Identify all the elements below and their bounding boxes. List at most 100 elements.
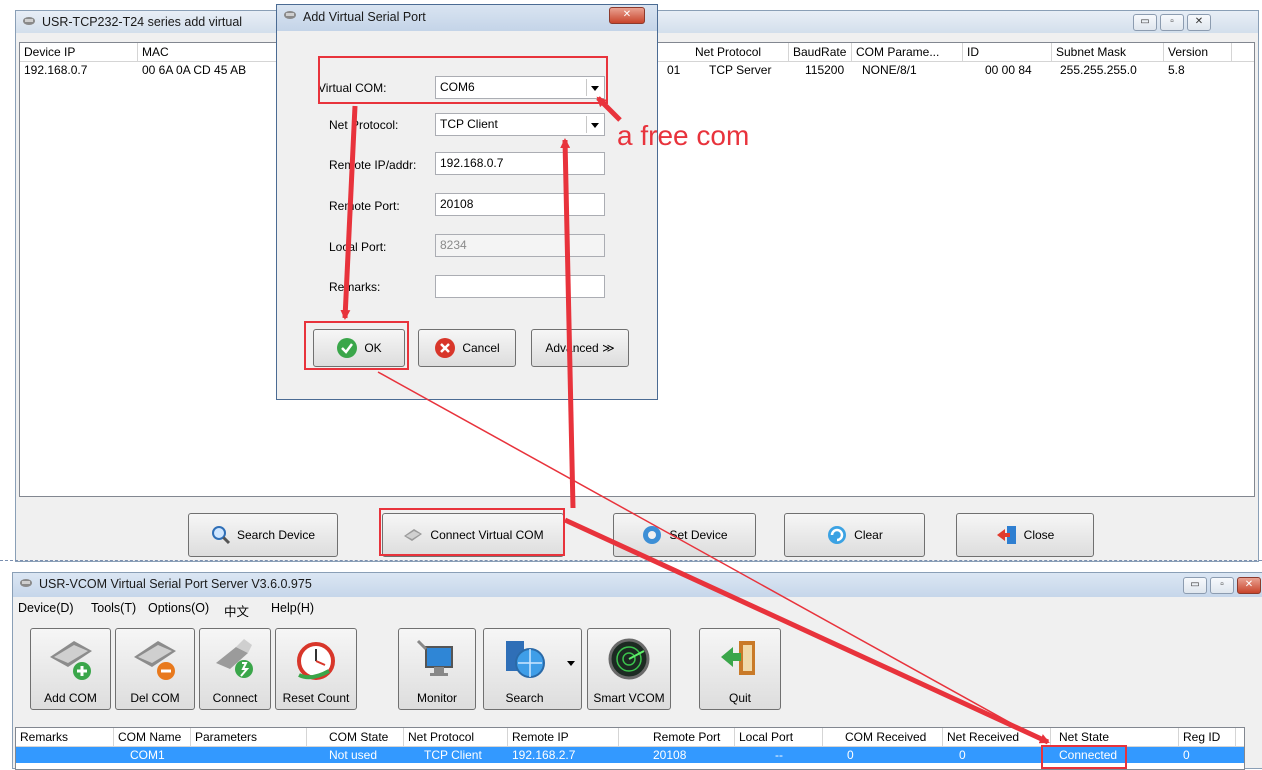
- cell-parameters: [191, 747, 307, 763]
- cell-id: 00 00 84: [985, 63, 1032, 77]
- col-remarks[interactable]: Remarks: [16, 728, 114, 746]
- col-id[interactable]: ID: [963, 43, 1052, 61]
- cancel-x-icon: [435, 338, 456, 358]
- menu-help[interactable]: Help(H): [271, 601, 314, 615]
- col-mac[interactable]: MAC: [138, 43, 278, 61]
- search-button[interactable]: Search: [483, 628, 582, 710]
- vcom-titlebar: USR-VCOM Virtual Serial Port Server V3.6…: [13, 573, 1262, 597]
- close-button[interactable]: Close: [956, 513, 1094, 557]
- remote-ip-field[interactable]: 192.168.0.7: [435, 152, 605, 175]
- net-protocol-dropdown[interactable]: TCP Client: [435, 113, 605, 136]
- chevron-down-icon[interactable]: [586, 79, 602, 96]
- search-dropdown-arrow[interactable]: [567, 661, 575, 666]
- advanced-button[interactable]: Advanced ≫: [531, 329, 629, 367]
- exit-door-icon: [996, 526, 1016, 544]
- remote-port-field[interactable]: 20108: [435, 193, 605, 216]
- monitor-icon: [416, 639, 453, 676]
- add-virtual-serial-port-dialog: Add Virtual Serial Port ✕ Virtual COM: C…: [276, 4, 658, 400]
- advanced-label: Advanced ≫: [545, 341, 615, 355]
- vcom-maximize-button[interactable]: ▫: [1210, 577, 1234, 594]
- cell-reg-id: 0: [1183, 748, 1190, 762]
- search-device-button[interactable]: Search Device: [188, 513, 338, 557]
- col-com-received[interactable]: COM Received: [823, 728, 943, 746]
- virtual-com-dropdown[interactable]: COM6: [435, 76, 605, 99]
- col-com-name[interactable]: COM Name: [114, 728, 191, 746]
- quit-door-icon: [721, 641, 755, 675]
- reset-count-label: Reset Count: [282, 691, 350, 705]
- remote-port-label: Remote Port:: [329, 199, 400, 213]
- set-device-button[interactable]: Set Device: [613, 513, 756, 557]
- com-row-selected[interactable]: COM1 Not used TCP Client 192.168.2.7 201…: [16, 747, 1244, 763]
- dialog-close-button[interactable]: ✕: [609, 7, 645, 24]
- col-reg-id[interactable]: Reg ID: [1179, 728, 1236, 746]
- smart-vcom-button[interactable]: Smart VCOM: [587, 628, 671, 710]
- add-com-icon: [49, 641, 92, 680]
- vcom-close-button[interactable]: ✕: [1237, 577, 1261, 594]
- dialog-title: Add Virtual Serial Port: [303, 10, 426, 24]
- monitor-button[interactable]: Monitor: [398, 628, 476, 710]
- remote-port-value: 20108: [440, 197, 474, 211]
- app-icon: [23, 17, 35, 25]
- search-device-label: Search Device: [236, 528, 316, 542]
- remote-ip-value: 192.168.0.7: [440, 156, 504, 170]
- chevron-down-icon[interactable]: [586, 116, 602, 133]
- connect-virtual-com-label: Connect Virtual COM: [430, 528, 544, 542]
- ok-button[interactable]: OK: [313, 329, 405, 367]
- close-window-button[interactable]: ✕: [1187, 14, 1211, 31]
- col-subnet-mask[interactable]: Subnet Mask: [1052, 43, 1164, 61]
- refresh-icon: [828, 526, 847, 544]
- del-com-label: Del COM: [130, 691, 180, 705]
- connect-icon: [216, 639, 253, 678]
- col-parameters[interactable]: Parameters: [191, 728, 307, 746]
- maximize-button[interactable]: ▫: [1160, 14, 1184, 31]
- net-protocol-label: Net Protocol:: [329, 118, 399, 132]
- col-local-port[interactable]: Local Port: [735, 728, 823, 746]
- free-com-annotation: a free com: [617, 120, 750, 151]
- clear-button[interactable]: Clear: [784, 513, 925, 557]
- cell-com-name: COM1: [130, 748, 165, 762]
- connect-virtual-com-button[interactable]: Connect Virtual COM: [382, 513, 564, 557]
- globe-search-icon: [505, 641, 545, 678]
- col-net-state[interactable]: Net State: [1051, 728, 1179, 746]
- minimize-button[interactable]: ▭: [1133, 14, 1157, 31]
- connect-label: Connect: [212, 691, 258, 705]
- serial-port-icon: [404, 529, 423, 541]
- cell-net-protocol: TCP Server: [709, 63, 772, 77]
- col-net-received[interactable]: Net Received: [943, 728, 1051, 746]
- col-com-params[interactable]: COM Parame...: [852, 43, 963, 61]
- col-device-ip[interactable]: Device IP: [20, 43, 138, 61]
- dialog-titlebar: Add Virtual Serial Port ✕: [277, 5, 657, 31]
- monitor-label: Monitor: [416, 691, 457, 705]
- quit-button[interactable]: Quit: [699, 628, 781, 710]
- col-net-protocol[interactable]: Net Protocol: [691, 43, 789, 61]
- col-com-state[interactable]: COM State: [307, 728, 404, 746]
- menu-options[interactable]: Options(O): [148, 601, 209, 615]
- vcom-title: USR-VCOM Virtual Serial Port Server V3.6…: [39, 577, 312, 591]
- menu-device[interactable]: Device(D): [18, 601, 74, 615]
- checkmark-icon: [337, 338, 358, 358]
- menu-tools[interactable]: Tools(T): [91, 601, 136, 615]
- connect-button[interactable]: Connect: [199, 628, 271, 710]
- menu-bar: Device(D) Tools(T) Options(O) 中文 Help(H): [13, 598, 1262, 620]
- remote-ip-label: Remote IP/addr:: [329, 158, 417, 172]
- vcom-app-icon: [20, 579, 32, 587]
- reset-count-button[interactable]: Reset Count: [275, 628, 357, 710]
- col-version[interactable]: Version: [1164, 43, 1232, 61]
- magnifier-icon: [211, 526, 231, 545]
- del-com-button[interactable]: Del COM: [115, 628, 195, 710]
- cancel-button[interactable]: Cancel: [418, 329, 516, 367]
- cell-net-received: 0: [959, 748, 966, 762]
- com-list[interactable]: Remarks COM Name Parameters COM State Ne…: [15, 727, 1245, 770]
- add-com-button[interactable]: Add COM: [30, 628, 111, 710]
- search-label: Search: [505, 691, 544, 705]
- vcom-minimize-button[interactable]: ▭: [1183, 577, 1207, 594]
- cell-local-port: --: [775, 748, 783, 762]
- col-net-protocol-vcom[interactable]: Net Protocol: [404, 728, 508, 746]
- main-window-title: USR-TCP232-T24 series add virtual: [42, 15, 243, 29]
- col-baudrate[interactable]: BaudRate: [789, 43, 852, 61]
- cell-com-received: 0: [847, 748, 854, 762]
- col-remote-ip[interactable]: Remote IP: [508, 728, 619, 746]
- menu-chinese[interactable]: 中文: [224, 601, 249, 620]
- remarks-field[interactable]: [435, 275, 605, 298]
- col-remote-port[interactable]: Remote Port: [619, 728, 735, 746]
